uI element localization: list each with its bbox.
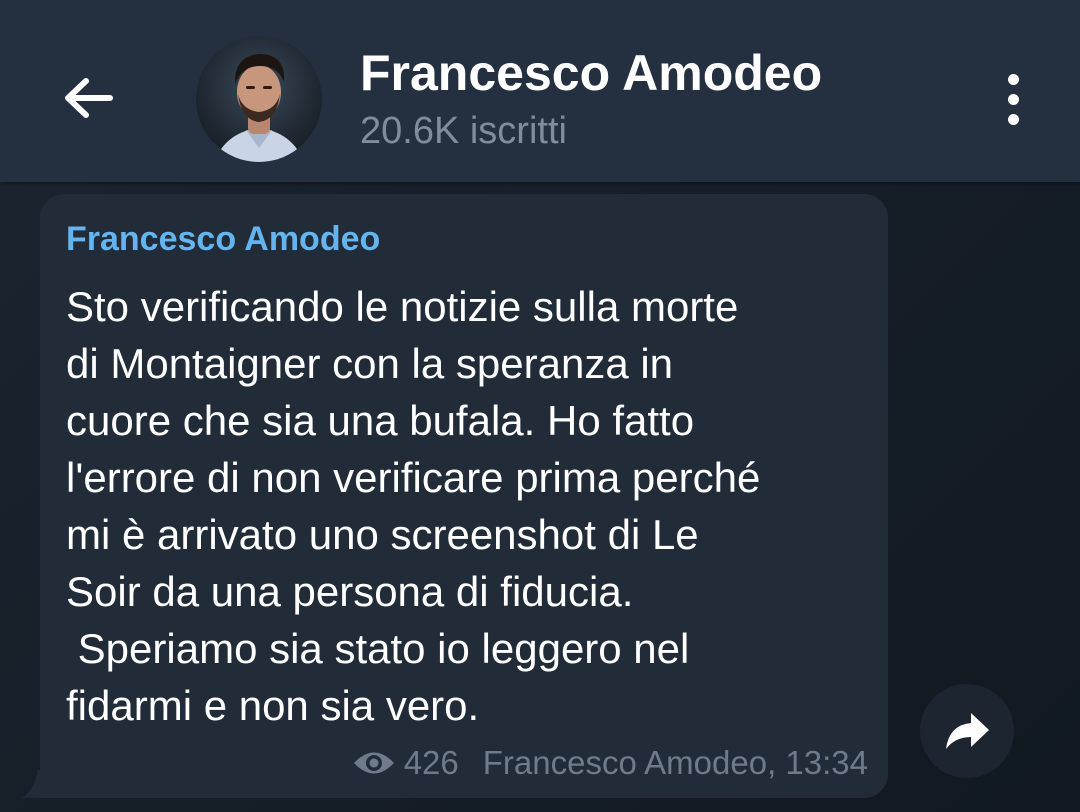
message-meta: 426 Francesco Amodeo, 13:34 <box>352 744 868 782</box>
eye-icon <box>353 752 394 774</box>
view-count: 426 <box>403 744 459 781</box>
channel-title[interactable]: Francesco Amodeo <box>360 44 822 102</box>
more-options-button[interactable] <box>986 64 1040 134</box>
forward-arrow-icon <box>946 713 989 749</box>
message-bubble[interactable]: Francesco Amodeo Sto verificando le noti… <box>40 194 888 798</box>
chat-header: Francesco Amodeo 20.6K iscritti <box>0 0 1080 182</box>
avatar-portrait-image <box>196 36 322 162</box>
message-sender[interactable]: Francesco Amodeo <box>66 220 380 259</box>
more-vertical-icon <box>1007 73 1019 85</box>
more-vertical-icon-dot <box>1007 93 1019 105</box>
subscriber-count: 20.6K iscritti <box>360 110 567 152</box>
chat-screen: Francesco Amodeo 20.6K iscritti Francesc… <box>0 0 1080 812</box>
channel-avatar[interactable] <box>196 36 322 162</box>
message-text: Sto verificando le notizie sulla morte d… <box>66 283 761 729</box>
back-button[interactable] <box>52 62 124 134</box>
forward-button[interactable] <box>920 684 1014 778</box>
message-signature: Francesco Amodeo, 13:34 <box>482 744 868 781</box>
arrow-left-icon <box>65 78 113 118</box>
more-vertical-icon-dot <box>1007 113 1019 125</box>
